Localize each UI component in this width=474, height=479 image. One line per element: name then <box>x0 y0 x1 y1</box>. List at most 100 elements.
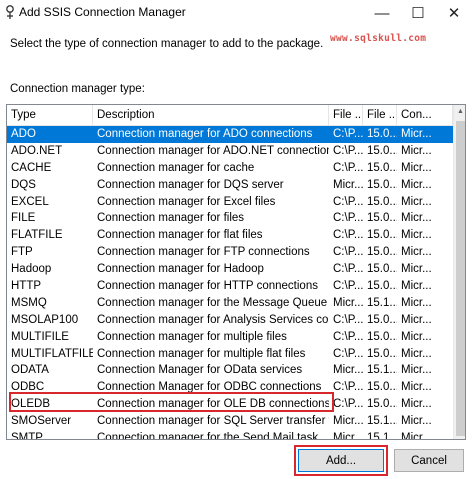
table-row[interactable]: OLEDB Connection manager for OLE DB conne… <box>7 396 453 413</box>
table-row[interactable]: SMTP Connection manager for the Send Mail… <box>7 430 453 440</box>
type-cell: DQS <box>11 178 36 191</box>
table-row[interactable]: EXCEL Connection manager for Excel files C… <box>7 194 453 211</box>
column-header-file-name[interactable]: File ... <box>329 105 363 126</box>
file-name-cell: C:\P... <box>333 280 363 293</box>
file-version-cell: 15.0... <box>367 161 397 174</box>
table-row[interactable]: MSOLAP100 Connection manager for Analysis… <box>7 312 453 329</box>
description-cell: Connection manager for OLE DB connection… <box>97 398 329 411</box>
table-row[interactable]: CACHE Connection manager for cache C:\P...… <box>7 160 453 177</box>
file-name-cell: C:\P... <box>333 398 363 411</box>
minimize-button[interactable]: — <box>365 0 399 26</box>
type-cell: MULTIFILE <box>11 330 69 343</box>
file-version-cell: 15.0... <box>367 263 397 276</box>
scroll-up-arrow-icon[interactable]: ▲ <box>454 105 465 119</box>
contact-cell: Micr... <box>401 280 432 293</box>
description-cell: Connection manager for Analysis Services… <box>97 313 329 326</box>
contact-cell: Micr... <box>401 381 432 394</box>
contact-cell: Micr... <box>401 415 432 428</box>
title-bar: Add SSIS Connection Manager — ☐ ✕ <box>0 0 474 26</box>
table-row[interactable]: ODBC Connection Manager for ODBC connecti… <box>7 379 453 396</box>
type-cell: ADO <box>11 128 36 140</box>
type-cell: SMTP <box>11 432 43 440</box>
contact-cell: Micr... <box>401 128 432 140</box>
column-header-description[interactable]: Description <box>93 105 329 126</box>
type-cell: OLEDB <box>11 398 50 411</box>
table-row[interactable]: MULTIFLATFILE Connection manager for mult… <box>7 346 453 363</box>
table-row[interactable]: FTP Connection manager for FTP connection… <box>7 244 453 261</box>
contact-cell: Micr... <box>401 432 432 440</box>
description-cell: Connection manager for the Message Queue… <box>97 296 329 309</box>
file-version-cell: 15.0... <box>367 347 397 360</box>
description-cell: Connection manager for Hadoop <box>97 263 264 276</box>
table-row[interactable]: SMOServer Connection manager for SQL Serv… <box>7 413 453 430</box>
description-cell: Connection manager for DQS server <box>97 178 284 191</box>
table-row[interactable]: ADO.NET Connection manager for ADO.NET co… <box>7 143 453 160</box>
close-icon: ✕ <box>447 5 461 22</box>
description-cell: Connection Manager for ODBC connections <box>97 381 322 394</box>
file-version-cell: 15.0... <box>367 229 397 242</box>
maximize-button[interactable]: ☐ <box>401 0 435 26</box>
file-version-cell: 15.0... <box>367 178 397 191</box>
contact-cell: Micr... <box>401 313 432 326</box>
type-cell: MSOLAP100 <box>11 313 79 326</box>
type-cell: HTTP <box>11 280 42 293</box>
type-cell: ODBC <box>11 381 45 394</box>
file-name-cell: C:\P... <box>333 161 363 174</box>
file-version-cell: 15.0... <box>367 128 397 140</box>
cancel-button[interactable]: Cancel <box>394 449 464 472</box>
type-cell: Hadoop <box>11 263 52 276</box>
column-header-type[interactable]: Type <box>7 105 93 126</box>
type-cell: EXCEL <box>11 195 49 208</box>
contact-cell: Micr... <box>401 212 432 225</box>
connection-manager-list[interactable]: Type Description File ... File ... Con..… <box>6 104 466 440</box>
description-cell: Connection manager for multiple flat fil… <box>97 347 306 360</box>
description-cell: Connection manager for cache <box>97 161 255 174</box>
type-cell: FTP <box>11 246 33 259</box>
table-row[interactable]: ODATA Connection Manager for OData servic… <box>7 362 453 379</box>
table-row[interactable]: MULTIFILE Connection manager for multiple… <box>7 329 453 346</box>
file-name-cell: C:\P... <box>333 347 363 360</box>
scrollbar-thumb[interactable] <box>456 121 465 436</box>
contact-cell: Micr... <box>401 229 432 242</box>
table-row[interactable]: Hadoop Connection manager for Hadoop C:\P.… <box>7 261 453 278</box>
table-row[interactable]: FILE Connection manager for files C:\P... 1… <box>7 210 453 227</box>
description-cell: Connection manager for FTP connections <box>97 246 310 259</box>
description-cell: Connection manager for ADO connections <box>97 128 313 140</box>
file-name-cell: Micr... <box>333 415 363 428</box>
table-row[interactable]: MSMQ Connection manager for the Message Q… <box>7 295 453 312</box>
file-version-cell: 15.0... <box>367 313 397 326</box>
type-cell: MSMQ <box>11 296 47 309</box>
type-cell: ADO.NET <box>11 144 63 157</box>
file-name-cell: C:\P... <box>333 144 363 157</box>
contact-cell: Micr... <box>401 178 432 191</box>
minimize-icon: — <box>374 4 390 22</box>
file-name-cell: C:\P... <box>333 263 363 276</box>
description-cell: Connection manager for files <box>97 212 245 225</box>
table-row[interactable]: ADO Connection manager for ADO connection… <box>7 126 453 143</box>
contact-cell: Micr... <box>401 347 432 360</box>
file-name-cell: Micr... <box>333 364 363 377</box>
file-version-cell: 15.1... <box>367 432 397 440</box>
watermark: www.sqlskull.com <box>330 33 427 44</box>
type-cell: ODATA <box>11 364 49 377</box>
file-version-cell: 15.0... <box>367 398 397 411</box>
vertical-scrollbar[interactable]: ▲ <box>453 105 465 439</box>
description-cell: Connection manager for Excel files <box>97 195 276 208</box>
type-cell: FILE <box>11 212 36 225</box>
column-header-contact[interactable]: Con... <box>397 105 453 126</box>
instruction-text: Select the type of connection manager to… <box>10 38 324 50</box>
file-version-cell: 15.0... <box>367 144 397 157</box>
file-version-cell: 15.0... <box>367 330 397 343</box>
contact-cell: Micr... <box>401 263 432 276</box>
close-button[interactable]: ✕ <box>437 0 471 26</box>
window-title: Add SSIS Connection Manager <box>19 5 186 19</box>
column-header-file-version[interactable]: File ... <box>363 105 397 126</box>
file-name-cell: Micr... <box>333 296 363 309</box>
file-name-cell: Micr... <box>333 432 363 440</box>
add-button[interactable]: Add... <box>298 449 384 472</box>
connection-type-label: Connection manager type: <box>10 83 145 95</box>
table-row[interactable]: FLATFILE Connection manager for flat file… <box>7 227 453 244</box>
contact-cell: Micr... <box>401 398 432 411</box>
table-row[interactable]: DQS Connection manager for DQS server Micr… <box>7 177 453 194</box>
table-row[interactable]: HTTP Connection manager for HTTP connecti… <box>7 278 453 295</box>
